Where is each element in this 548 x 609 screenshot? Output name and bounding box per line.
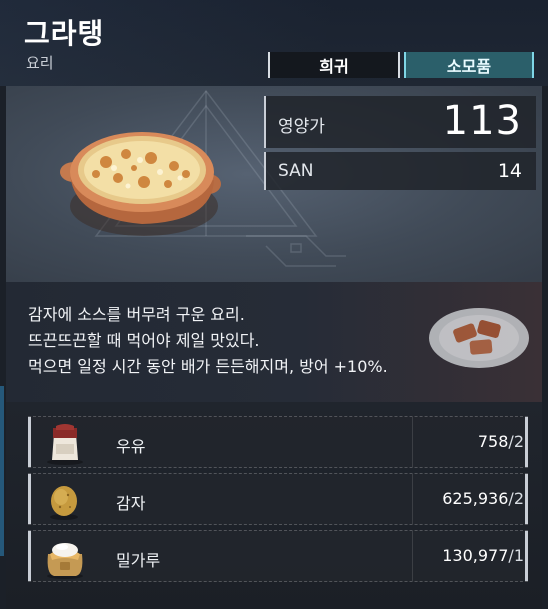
item-detail-panel: 그라탱 요리 희귀 소모품 영양가 113 SAN 14 감자에 소스를 버무려…	[0, 0, 548, 609]
stat-corner	[264, 96, 270, 148]
san-stat: SAN 14	[264, 152, 536, 190]
material-row-milk[interactable]: 우유 758/2	[28, 416, 528, 468]
required-count: /2	[508, 489, 524, 508]
nutrition-label: 영양가	[278, 117, 325, 137]
milk-icon	[47, 424, 83, 465]
owned-count: 758	[477, 432, 509, 451]
san-label: SAN	[278, 161, 314, 181]
materials-list: 우유 758/2 감자 625,936/2 밀가루 130,977/1	[6, 402, 542, 609]
nutrition-stat: 영양가 113	[264, 96, 536, 148]
material-count: 130,977/1	[442, 546, 524, 565]
required-count: /1	[508, 546, 524, 565]
material-name: 우유	[116, 437, 146, 456]
item-category: 요리	[26, 54, 54, 72]
edge-accent	[0, 386, 4, 556]
flour-icon	[47, 543, 83, 579]
material-name: 감자	[116, 494, 146, 513]
material-count: 625,936/2	[442, 489, 524, 508]
material-row-potato[interactable]: 감자 625,936/2	[28, 473, 528, 525]
plate-decoration-icon	[429, 308, 529, 368]
description-line: 감자에 소스를 버무려 구운 요리.	[28, 305, 245, 324]
material-row-flour[interactable]: 밀가루 130,977/1	[28, 530, 528, 582]
required-count: /2	[508, 432, 524, 451]
item-description: 감자에 소스를 버무려 구운 요리. 뜨끈뜨끈할 때 먹어야 제일 맛있다. 먹…	[28, 302, 388, 380]
row-divider	[412, 531, 413, 581]
item-title: 그라탱	[24, 17, 105, 50]
description-line: 뜨끈뜨끈할 때 먹어야 제일 맛있다.	[28, 331, 260, 350]
potato-icon	[50, 486, 78, 520]
san-value: 14	[497, 160, 522, 182]
description-line: 먹으면 일정 시간 동안 배가 든든해지며, 방어 +10%.	[28, 357, 388, 376]
material-count: 758/2	[478, 432, 524, 451]
row-divider	[412, 474, 413, 524]
type-badge: 소모품	[404, 52, 534, 78]
rarity-badge: 희귀	[268, 52, 400, 78]
item-header: 그라탱 요리 희귀 소모품	[0, 0, 548, 86]
item-display: 영양가 113 SAN 14	[6, 86, 542, 282]
row-divider	[412, 417, 413, 467]
owned-count: 625,936	[442, 489, 509, 508]
gratin-dish-icon	[60, 132, 221, 236]
nutrition-value: 113	[442, 98, 522, 144]
description-area: 감자에 소스를 버무려 구운 요리. 뜨끈뜨끈할 때 먹어야 제일 맛있다. 먹…	[6, 282, 542, 402]
material-name: 밀가루	[116, 551, 161, 570]
owned-count: 130,977	[442, 546, 509, 565]
stat-corner	[264, 152, 270, 190]
